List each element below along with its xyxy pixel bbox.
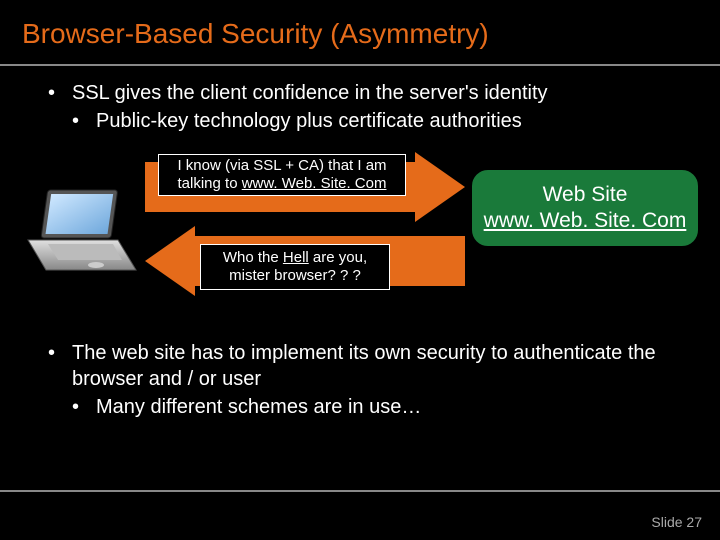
- callout-server-asks: Who the Hell are you, mister browser? ? …: [200, 244, 390, 290]
- laptop-icon: [18, 188, 138, 278]
- server-line2: www. Web. Site. Com: [484, 208, 687, 234]
- callout1-line1: I know (via SSL + CA) that I am: [177, 157, 386, 174]
- callout2-line1c: are you,: [309, 249, 367, 266]
- diagram: I know (via SSL + CA) that I am talking …: [0, 148, 720, 318]
- bullet-1-sub: Public-key technology plus certificate a…: [72, 108, 720, 134]
- callout2-line1b: Hell: [283, 249, 309, 266]
- divider-top: [0, 64, 720, 66]
- arrow-right-head: [415, 152, 465, 222]
- callout-client-knows: I know (via SSL + CA) that I am talking …: [158, 154, 406, 196]
- callout2-line1a: Who the: [223, 249, 283, 266]
- slide-title: Browser-Based Security (Asymmetry): [0, 0, 720, 64]
- bullet-2: The web site has to implement its own se…: [48, 340, 720, 392]
- server-line1: Web Site: [543, 182, 628, 208]
- callout1-line2b: www. Web. Site. Com: [242, 175, 387, 192]
- slide-number: Slide 27: [651, 514, 702, 530]
- top-bullets: SSL gives the client confidence in the s…: [0, 80, 720, 134]
- callout2-line2: mister browser? ? ?: [229, 267, 361, 284]
- divider-bottom: [0, 490, 720, 492]
- arrow-left-head: [145, 226, 195, 296]
- server-box: Web Site www. Web. Site. Com: [470, 168, 700, 248]
- callout1-line2a: talking to: [178, 175, 242, 192]
- bottom-bullets: The web site has to implement its own se…: [0, 340, 720, 420]
- bullet-2-sub: Many different schemes are in use…: [72, 394, 720, 420]
- bullet-1: SSL gives the client confidence in the s…: [48, 80, 720, 106]
